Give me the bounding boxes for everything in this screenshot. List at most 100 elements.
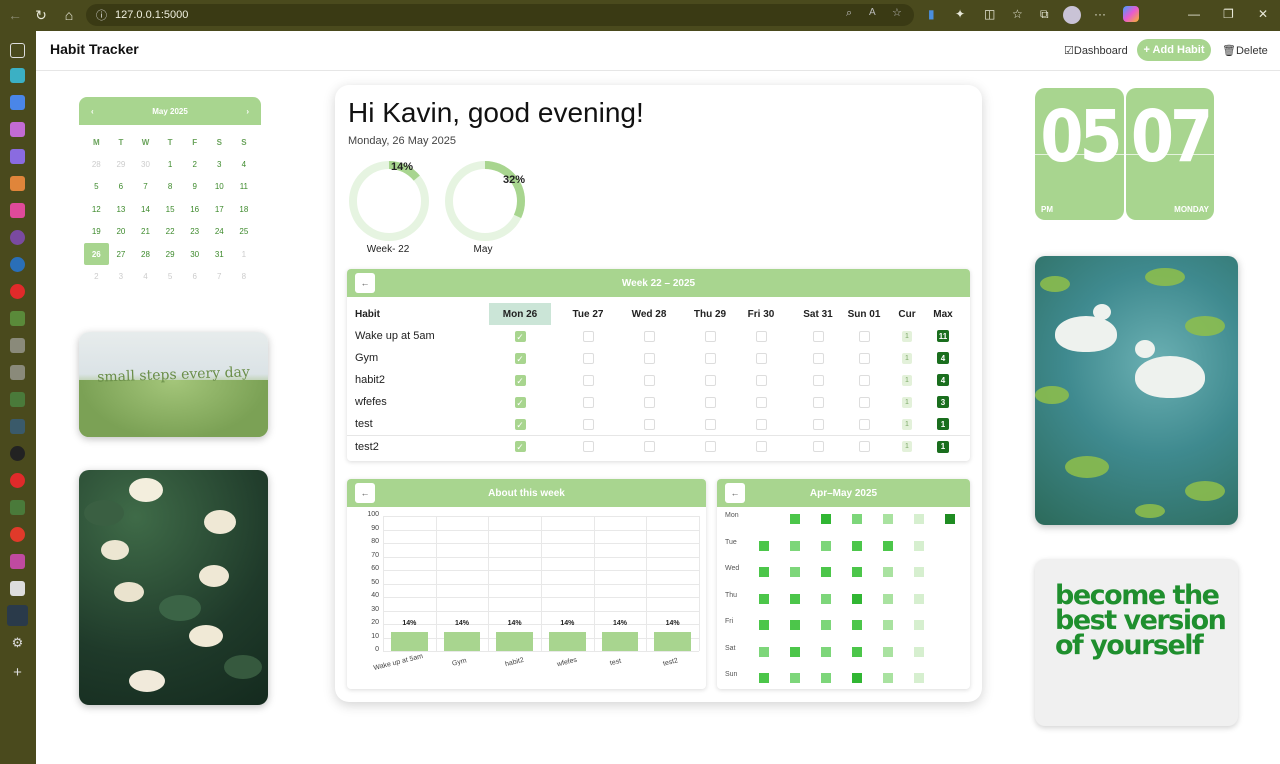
site-info-icon[interactable]: ⓘ [96,7,107,23]
heatmap-cell[interactable] [821,620,831,630]
extensions-puzzle-icon[interactable]: ✦ [955,7,965,21]
calendar-day[interactable]: 19 [84,221,109,243]
checkbox[interactable] [858,441,870,452]
app-icon[interactable] [10,122,25,137]
heatmap-cell[interactable] [883,540,893,551]
heatmap-cell[interactable] [821,646,831,657]
heatmap-cell[interactable] [852,620,862,630]
youtube-icon[interactable] [10,284,25,299]
checkbox[interactable] [858,374,870,386]
bar[interactable] [496,632,533,651]
heatmap-cell[interactable] [914,673,924,683]
calendar-day[interactable]: 7 [133,176,158,198]
checkbox-checked[interactable]: ✓ [514,374,526,386]
heatmap-cell[interactable] [914,567,924,577]
heatmap-back-button[interactable]: ← [725,483,745,503]
app-icon[interactable] [10,554,25,569]
checkbox[interactable] [582,330,594,342]
app-icon[interactable] [10,176,25,191]
app-icon[interactable] [10,500,25,515]
tabs-icon[interactable] [10,43,25,58]
heatmap-cell[interactable] [759,593,769,604]
calendar-day[interactable]: 5 [158,265,183,287]
heatmap-cell[interactable] [883,673,893,683]
calendar-day[interactable]: 26 [84,242,109,266]
calendar-day[interactable]: 21 [133,221,158,243]
app-icon[interactable] [10,68,25,83]
calendar-day[interactable]: 12 [84,198,109,220]
calendar-day[interactable]: 4 [232,153,257,175]
heatmap-cell[interactable] [790,567,800,577]
checkbox[interactable] [582,441,594,452]
calendar-day[interactable]: 18 [232,198,257,220]
heatmap-cell[interactable] [945,514,955,524]
checkbox[interactable] [704,352,716,364]
checkbox-checked[interactable]: ✓ [514,418,526,430]
bar[interactable] [549,632,586,651]
heatmap-cell[interactable] [852,646,862,657]
close-window-icon[interactable]: ✕ [1258,7,1268,21]
about-week-back-button[interactable]: ← [355,483,375,503]
checkbox[interactable] [704,330,716,342]
calendar-day[interactable]: 6 [182,265,207,287]
heatmap-cell[interactable] [759,567,769,577]
calendar-day[interactable]: 13 [109,198,134,220]
heatmap-cell[interactable] [790,620,800,630]
checkbox[interactable] [582,418,594,430]
checkbox[interactable] [755,352,767,364]
app-icon[interactable] [10,527,25,542]
profile-avatar[interactable] [1063,6,1081,24]
calendar-day[interactable]: 3 [207,153,232,175]
calendar-day[interactable]: 17 [207,198,232,220]
checkbox[interactable] [812,441,824,452]
checkbox[interactable] [812,396,824,408]
calendar-day[interactable]: 14 [133,198,158,220]
delete-link[interactable]: 🗑Delete [1222,44,1268,57]
add-habit-button[interactable]: + Add Habit [1137,39,1211,61]
heatmap-cell[interactable] [852,514,862,524]
checkbox[interactable] [643,441,655,452]
app-icon[interactable] [10,149,25,164]
bar[interactable] [654,632,691,651]
prev-month-icon[interactable]: ‹ [91,107,94,116]
heatmap-cell[interactable] [914,540,924,551]
heatmap-cell[interactable] [759,540,769,551]
app-icon[interactable] [10,338,25,353]
read-aloud-icon[interactable]: A [869,7,876,18]
heatmap-cell[interactable] [883,567,893,577]
checkbox[interactable] [812,418,824,430]
refresh-icon[interactable]: ↻ [28,7,54,24]
app-icon[interactable] [10,203,25,218]
back-icon[interactable]: ← [2,7,28,23]
calendar-day[interactable]: 8 [158,176,183,198]
checkbox[interactable] [643,396,655,408]
zoom-icon[interactable]: ⌕ [846,7,852,20]
heatmap-cell[interactable] [883,514,893,524]
checkbox[interactable] [812,330,824,342]
more-menu-icon[interactable]: ··· [1094,7,1106,21]
calendar-day[interactable]: 2 [84,265,109,287]
calendar-day[interactable]: 16 [182,198,207,220]
heatmap-cell[interactable] [790,514,800,524]
app-icon[interactable] [10,581,25,596]
address-bar[interactable]: ⓘ 127.0.0.1:5000 ⌕ A ☆ [86,4,914,26]
heatmap-cell[interactable] [883,646,893,657]
bar[interactable] [601,632,639,651]
checkbox[interactable] [582,396,594,408]
app-icon[interactable] [10,95,25,110]
checkbox[interactable] [643,330,655,342]
checkbox-checked[interactable]: ✓ [514,396,526,408]
add-icon[interactable]: + [10,665,25,680]
checkbox[interactable] [755,374,767,386]
calendar-day[interactable]: 1 [232,243,257,265]
heatmap-cell[interactable] [790,673,800,683]
heatmap-cell[interactable] [914,593,924,604]
checkbox-checked[interactable]: ✓ [514,352,526,364]
calendar-day[interactable]: 10 [207,176,232,198]
heatmap-cell[interactable] [821,593,831,604]
next-month-icon[interactable]: › [246,107,249,116]
youtube-icon[interactable] [10,473,25,488]
favorites-icon[interactable]: ☆ [1012,7,1023,21]
calendar-day[interactable]: 28 [133,243,158,265]
checkbox[interactable] [643,352,655,364]
